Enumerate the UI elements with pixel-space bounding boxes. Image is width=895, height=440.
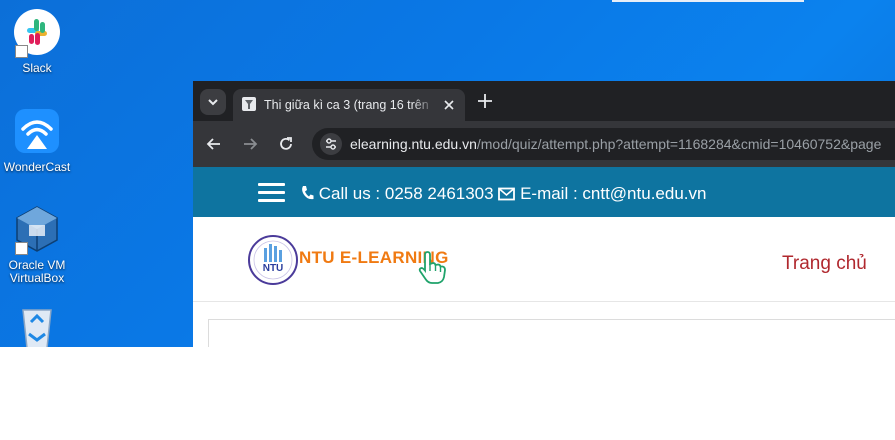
site-top-bar: Call us : 0258 2461303 E-mail : cntt@ntu… bbox=[193, 167, 895, 217]
contact-info: Call us : 0258 2461303 E-mail : cntt@ntu… bbox=[300, 184, 706, 204]
tab-search-button[interactable] bbox=[200, 89, 226, 115]
desktop-icon-label: Slack bbox=[22, 61, 52, 75]
tune-icon bbox=[326, 138, 336, 150]
browser-tab-active[interactable]: Thi giữa kì ca 3 (trang 16 trên tổ bbox=[233, 89, 465, 121]
phone-text: Call us : 0258 2461303 bbox=[318, 184, 494, 203]
url-text: elearning.ntu.edu.vn/mod/quiz/attempt.ph… bbox=[350, 135, 881, 153]
site-info-button[interactable] bbox=[320, 133, 342, 155]
envelope-icon bbox=[498, 187, 516, 201]
phone-icon bbox=[302, 186, 314, 200]
site-header: NTU NTU E-LEARNING Trang chủ bbox=[193, 217, 895, 302]
virtualbox-icon bbox=[13, 205, 61, 255]
shortcut-arrow-icon bbox=[15, 242, 28, 255]
desktop-icon-label: Oracle VM VirtualBox bbox=[8, 258, 66, 285]
email-text: E-mail : cntt@ntu.edu.vn bbox=[520, 184, 707, 203]
forward-arrow-icon[interactable] bbox=[241, 135, 259, 153]
hamburger-menu-icon[interactable] bbox=[258, 183, 285, 202]
desktop-icon-virtualbox[interactable]: Oracle VM VirtualBox bbox=[0, 205, 78, 285]
desktop-icon-slack[interactable]: Slack bbox=[0, 8, 78, 75]
back-arrow-icon[interactable] bbox=[205, 135, 223, 153]
wondercast-icon bbox=[13, 107, 61, 155]
svg-text:NTU: NTU bbox=[263, 263, 284, 274]
close-icon[interactable] bbox=[441, 97, 457, 113]
new-tab-plus-icon[interactable] bbox=[476, 92, 494, 110]
desktop-window-edge bbox=[612, 0, 804, 2]
desktop-icon-label: WonderCast bbox=[3, 160, 71, 174]
recycle-bin-icon bbox=[13, 302, 61, 347]
url-path: /mod/quiz/attempt.php?attempt=1168284&cm… bbox=[476, 136, 882, 152]
reload-icon[interactable] bbox=[277, 135, 295, 153]
chevron-down-icon bbox=[208, 99, 218, 106]
nav-link-home[interactable]: Trang chủ bbox=[782, 253, 867, 275]
browser-window: Thi giữa kì ca 3 (trang 16 trên tổ elear… bbox=[193, 81, 895, 347]
ntu-logo-icon[interactable]: NTU bbox=[247, 234, 299, 286]
tab-strip: Thi giữa kì ca 3 (trang 16 trên tổ bbox=[193, 81, 895, 121]
desktop-icon-recycle-bin[interactable] bbox=[0, 302, 78, 347]
shortcut-arrow-icon bbox=[15, 45, 28, 58]
address-bar[interactable]: elearning.ntu.edu.vn/mod/quiz/attempt.ph… bbox=[312, 128, 895, 160]
browser-toolbar: elearning.ntu.edu.vn/mod/quiz/attempt.ph… bbox=[193, 121, 895, 167]
tab-title: Thi giữa kì ca 3 (trang 16 trên tổ bbox=[264, 98, 432, 112]
pointing-hand-icon bbox=[418, 251, 446, 284]
quiz-content-panel bbox=[208, 319, 895, 347]
desktop-icon-wondercast[interactable]: WonderCast bbox=[0, 107, 78, 174]
url-host: elearning.ntu.edu.vn bbox=[350, 136, 477, 152]
moodle-favicon-icon bbox=[242, 97, 256, 111]
slack-icon bbox=[13, 8, 61, 58]
